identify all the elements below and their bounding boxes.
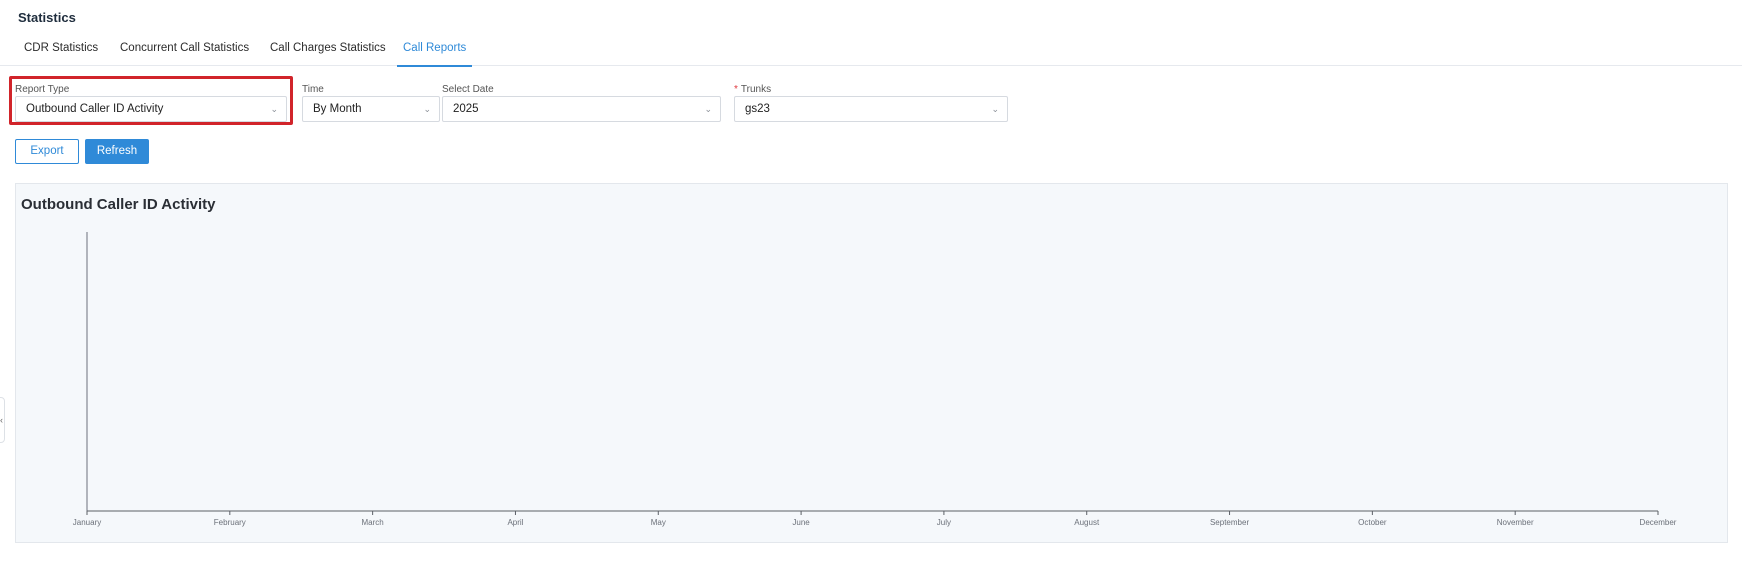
page-title: Statistics	[18, 10, 76, 25]
required-mark: *	[734, 84, 738, 95]
x-tick-label: August	[1074, 518, 1100, 527]
x-tick-label: May	[651, 518, 666, 527]
chevron-down-icon: ⌄	[704, 104, 712, 114]
time-label: Time	[302, 84, 324, 95]
x-tick-label: July	[937, 518, 951, 527]
x-tick-label: October	[1358, 518, 1387, 527]
tab-concurrent-call-statistics[interactable]: Concurrent Call Statistics	[120, 42, 249, 66]
x-tick-label: November	[1497, 518, 1534, 527]
x-tick-label: February	[214, 518, 246, 527]
select-date-label: Select Date	[442, 84, 494, 95]
x-tick-label: December	[1640, 518, 1677, 527]
trunks-value: gs23	[745, 103, 770, 115]
trunks-label-text: Trunks	[740, 84, 772, 95]
chart-panel: Outbound Caller ID Activity January Febru…	[15, 183, 1728, 543]
tab-cdr-statistics[interactable]: CDR Statistics	[24, 42, 98, 66]
time-select[interactable]: By Month ⌄	[302, 96, 440, 122]
tab-call-charges-statistics[interactable]: Call Charges Statistics	[270, 42, 386, 66]
x-tick-label: April	[507, 518, 523, 527]
export-button[interactable]: Export	[15, 139, 79, 164]
chevron-left-icon[interactable]: ‹	[0, 397, 5, 443]
refresh-button[interactable]: Refresh	[85, 139, 149, 164]
chevron-down-icon: ⌄	[991, 104, 999, 114]
chevron-down-icon: ⌄	[423, 104, 431, 114]
x-tick-label: September	[1210, 518, 1249, 527]
select-date-value: 2025	[453, 103, 479, 115]
trunks-label: * Trunks	[734, 84, 771, 95]
tab-bar: CDR Statistics Concurrent Call Statistic…	[0, 40, 1742, 67]
trunks-select[interactable]: gs23 ⌄	[734, 96, 1008, 122]
tab-call-reports[interactable]: Call Reports	[396, 42, 473, 67]
select-date-select[interactable]: 2025 ⌄	[442, 96, 721, 122]
chart-canvas: January February March April May June July Augu…	[73, 232, 1677, 527]
time-value: By Month	[313, 103, 362, 115]
highlight-annotation	[9, 76, 293, 125]
x-tick-label: January	[73, 518, 101, 527]
x-tick-label: June	[792, 518, 810, 527]
x-tick-label: March	[362, 518, 384, 527]
